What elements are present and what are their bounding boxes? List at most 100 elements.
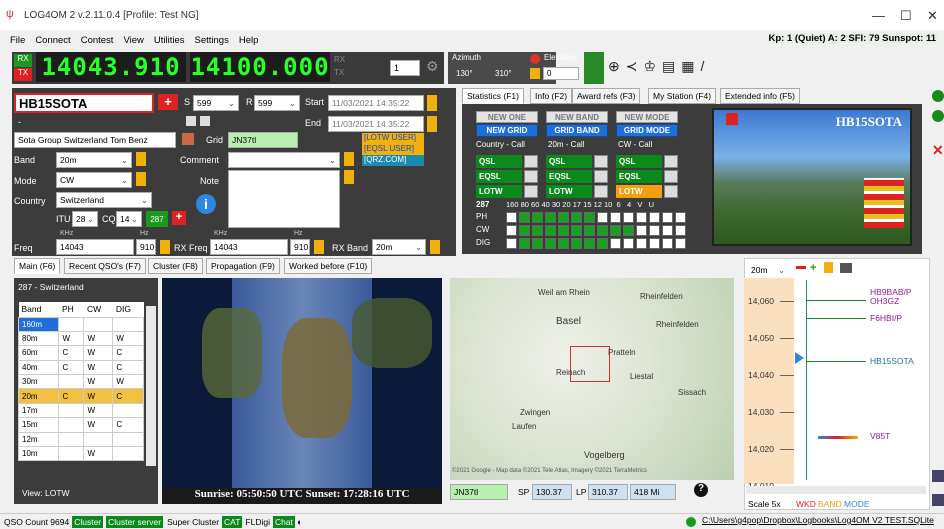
rx-band-lock-icon[interactable]: [430, 240, 440, 254]
book-icon[interactable]: [182, 133, 194, 145]
super-cluster-status[interactable]: Super Cluster: [167, 517, 219, 527]
checkbox-2[interactable]: [200, 116, 210, 126]
side-tool-icon-1[interactable]: [932, 470, 944, 482]
toolbar-icons[interactable]: ⊕≺♔▤▦/: [608, 58, 710, 75]
delete-icon[interactable]: ✕: [932, 142, 944, 159]
database-path[interactable]: C:\Users\g4pop\Dropbox\Logbooks\Log4OM V…: [702, 515, 934, 525]
comment-input[interactable]: [228, 152, 340, 168]
freq-hz-input[interactable]: 910: [136, 239, 156, 255]
tab-statistics[interactable]: Statistics (F1): [462, 88, 524, 104]
checkbox-1[interactable]: [186, 116, 196, 126]
rst-sent-select[interactable]: 599: [193, 95, 239, 111]
tab-info[interactable]: Info (F2): [530, 88, 573, 104]
globe-icon[interactable]: [932, 110, 944, 122]
antenna-icon[interactable]: [584, 52, 604, 84]
itu-select[interactable]: 28: [72, 211, 98, 227]
mode-lock-icon[interactable]: [136, 172, 146, 186]
spot-f6hbi[interactable]: F6HBI/P: [870, 313, 902, 323]
map-grid-input[interactable]: JN37tl: [450, 484, 508, 500]
menu-file[interactable]: File: [10, 35, 25, 46]
callsign-input[interactable]: HB15SOTA: [14, 93, 154, 113]
band-toggle[interactable]: BAND: [818, 499, 842, 509]
mode-toggle[interactable]: MODE: [844, 499, 870, 509]
table-row[interactable]: 10m W: [17, 446, 144, 462]
table-row[interactable]: 17m W: [17, 402, 144, 419]
qth-field[interactable]: -: [18, 117, 21, 127]
menu-utilities[interactable]: Utilities: [154, 35, 185, 46]
tab-my-station[interactable]: My Station (F4): [648, 88, 717, 104]
table-scrollbar[interactable]: [146, 306, 156, 466]
rotor-stop-icon[interactable]: [530, 54, 540, 64]
start-lock-icon[interactable]: [427, 95, 437, 111]
table-row[interactable]: 30m W W: [17, 374, 144, 390]
note-textarea[interactable]: [228, 170, 340, 228]
table-row[interactable]: 12m: [17, 431, 144, 448]
start-time-input[interactable]: 11/03/2021 14:35:22: [328, 95, 424, 111]
zoom-out-icon[interactable]: [796, 266, 806, 269]
help-icon[interactable]: ?: [694, 483, 708, 497]
table-row[interactable]: 15m W C: [17, 417, 144, 433]
end-lock-icon[interactable]: [427, 116, 437, 132]
band-lock-icon[interactable]: [136, 152, 146, 166]
tab-worked-before[interactable]: Worked before (F10): [284, 258, 373, 274]
cluster-status[interactable]: Cluster: [72, 515, 104, 528]
bandmap-lock-icon[interactable]: [824, 262, 833, 273]
tab-recent-qsos[interactable]: Recent QSO's (F7): [64, 258, 147, 274]
rx-freq-input[interactable]: 14043: [210, 239, 288, 255]
lock-icon[interactable]: [530, 68, 540, 79]
minimize-icon[interactable]: —: [872, 8, 885, 23]
note-lock-icon[interactable]: [344, 170, 354, 184]
freq-input[interactable]: 14043: [56, 239, 134, 255]
spot-oh3gz[interactable]: OH3GZ: [870, 296, 899, 306]
bandmap-band-select[interactable]: 20m: [748, 262, 788, 278]
audio-icon[interactable]: ◐: [297, 517, 302, 527]
table-row[interactable]: 20m C W C: [17, 388, 144, 404]
freq-lock-icon[interactable]: [160, 240, 170, 254]
zoom-in-icon[interactable]: +: [810, 262, 816, 274]
bandmap-camera-icon[interactable]: [840, 263, 852, 273]
tab-main[interactable]: Main (F6): [14, 258, 61, 274]
chat-status[interactable]: Chat: [272, 515, 295, 528]
tab-award-refs[interactable]: Award refs (F3): [572, 88, 641, 104]
cat-status[interactable]: CAT: [222, 515, 243, 528]
end-time-input[interactable]: 11/03/2021 14:35:22: [328, 116, 424, 132]
menu-connect[interactable]: Connect: [35, 35, 70, 46]
table-row[interactable]: 40m C W C: [17, 359, 144, 376]
menu-settings[interactable]: Settings: [195, 35, 229, 46]
wkd-toggle[interactable]: WKD: [796, 499, 816, 509]
table-row[interactable]: 60m C W C: [17, 345, 144, 361]
side-tool-icon-2[interactable]: [932, 494, 944, 506]
add-icon[interactable]: [932, 90, 944, 102]
comment-lock-icon[interactable]: [344, 152, 354, 166]
maximize-icon[interactable]: ☐: [900, 8, 912, 24]
menu-contest[interactable]: Contest: [81, 35, 114, 46]
scale-select[interactable]: Scale 5x: [748, 499, 781, 509]
bandmap-scrollbar[interactable]: [746, 486, 926, 494]
qrz-link[interactable]: [QRZ.COM]: [362, 155, 424, 166]
cluster-server-status[interactable]: Cluster server: [106, 515, 164, 528]
band-select[interactable]: 20m: [56, 152, 132, 168]
gear-icon[interactable]: ⚙: [426, 58, 439, 75]
local-map[interactable]: Weil am Rhein Rheinfelden Basel Rheinfel…: [450, 278, 734, 480]
rx-band-select[interactable]: 20m: [372, 239, 426, 255]
name-input[interactable]: Sota Group Switzerland Tom Benz: [14, 132, 176, 148]
spot-hb15sota[interactable]: HB15SOTA: [870, 356, 914, 366]
country-select[interactable]: Switzerland: [56, 192, 152, 208]
view-lotw-label[interactable]: View: LOTW: [22, 488, 70, 498]
rx-freq-hz-input[interactable]: 910: [290, 239, 310, 255]
mode-select[interactable]: CW: [56, 172, 132, 188]
menu-view[interactable]: View: [123, 35, 143, 46]
grid-input[interactable]: JN37tl: [228, 132, 298, 148]
tab-propagation[interactable]: Propagation (F9): [206, 258, 280, 274]
cq-select[interactable]: 14: [116, 211, 142, 227]
info-icon[interactable]: i: [196, 194, 216, 214]
tab-cluster[interactable]: Cluster (F8): [148, 258, 203, 274]
elevation-input[interactable]: 0: [543, 67, 579, 80]
spot-v85t[interactable]: V85T: [870, 431, 890, 441]
fldigi-status[interactable]: FLDigi: [245, 517, 270, 527]
vfo-selector[interactable]: 1: [390, 60, 420, 76]
rx-freq-lock-icon[interactable]: [314, 240, 324, 254]
menu-help[interactable]: Help: [239, 35, 259, 46]
table-row[interactable]: 80m W W W: [17, 330, 144, 347]
rst-rcvd-select[interactable]: 599: [254, 95, 300, 111]
